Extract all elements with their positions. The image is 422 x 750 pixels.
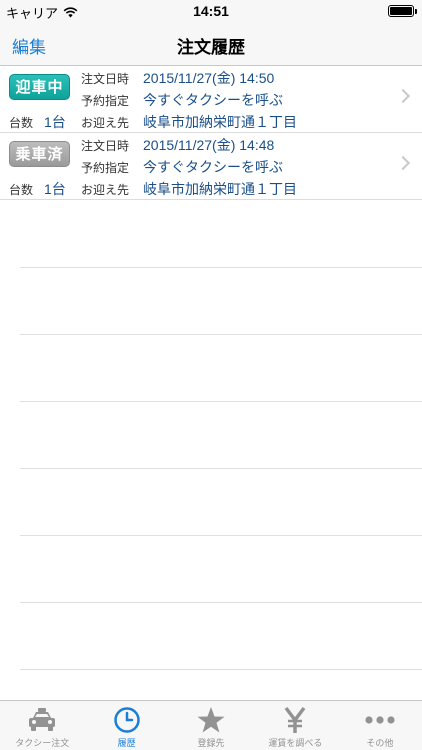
pickup-label: お迎え先 — [81, 116, 130, 130]
empty-row-separator — [20, 334, 422, 335]
empty-row-separator — [20, 267, 422, 268]
tab-other[interactable]: その他 — [338, 701, 422, 750]
pickup-label: お迎え先 — [81, 183, 130, 197]
order-time-label: 注文日時 — [81, 72, 130, 86]
reservation-value: 今すぐタクシーを呼ぶ — [143, 159, 283, 175]
tab-label: 履歴 — [117, 738, 136, 748]
reservation-label: 予約指定 — [81, 161, 130, 175]
count-value: 1台 — [44, 181, 66, 197]
tab-label: タクシー注文 — [15, 738, 70, 748]
order-time-label: 注文日時 — [81, 139, 130, 153]
tab-history[interactable]: 履歴 — [84, 701, 168, 750]
empty-row-separator — [20, 669, 422, 670]
empty-row-separator — [20, 401, 422, 402]
page-title: 注文履歴 — [177, 38, 245, 57]
star-icon — [195, 705, 227, 735]
tab-label: その他 — [366, 738, 394, 748]
status-badge: 乗車済 — [9, 141, 70, 167]
count-label: 台数 — [9, 183, 34, 197]
order-time-value: 2015/11/27(金) 14:50 — [143, 70, 275, 86]
status-badge: 迎車中 — [9, 74, 70, 100]
status-time: 14:51 — [193, 3, 229, 19]
more-icon — [364, 705, 396, 735]
tab-fare[interactable]: 運賃を調べる — [253, 701, 337, 750]
battery-icon — [388, 5, 417, 17]
order-history-list: 迎車中 台数 1台 注文日時 2015/11/27(金) 14:50 予約指定 … — [0, 66, 422, 200]
pickup-value: 岐阜市加納栄町通１丁目 — [143, 114, 297, 130]
clock-icon — [111, 705, 143, 735]
reservation-value: 今すぐタクシーを呼ぶ — [143, 92, 283, 108]
empty-row-separator — [20, 468, 422, 469]
tab-bar: タクシー注文 履歴 登録先 運賃を調べる その他 — [0, 700, 422, 750]
tab-label: 登録先 — [197, 738, 225, 748]
taxi-icon — [26, 705, 58, 735]
count-label: 台数 — [9, 116, 34, 130]
reservation-label: 予約指定 — [81, 94, 130, 108]
navigation-bar: 編集 注文履歴 — [0, 22, 422, 66]
count-value: 1台 — [44, 114, 66, 130]
status-bar: キャリア 14:51 — [0, 0, 422, 22]
chevron-right-icon — [395, 155, 411, 171]
empty-row-separator — [20, 602, 422, 603]
order-time-value: 2015/11/27(金) 14:48 — [143, 137, 275, 153]
tab-registered[interactable]: 登録先 — [169, 701, 253, 750]
order-row[interactable]: 乗車済 台数 1台 注文日時 2015/11/27(金) 14:48 予約指定 … — [0, 133, 422, 200]
chevron-right-icon — [395, 88, 411, 104]
tab-label: 運賃を調べる — [268, 738, 323, 748]
pickup-value: 岐阜市加納栄町通１丁目 — [143, 181, 297, 197]
order-row[interactable]: 迎車中 台数 1台 注文日時 2015/11/27(金) 14:50 予約指定 … — [0, 66, 422, 133]
yen-icon — [279, 705, 311, 735]
empty-row-separator — [20, 535, 422, 536]
tab-taxi-order[interactable]: タクシー注文 — [0, 701, 84, 750]
